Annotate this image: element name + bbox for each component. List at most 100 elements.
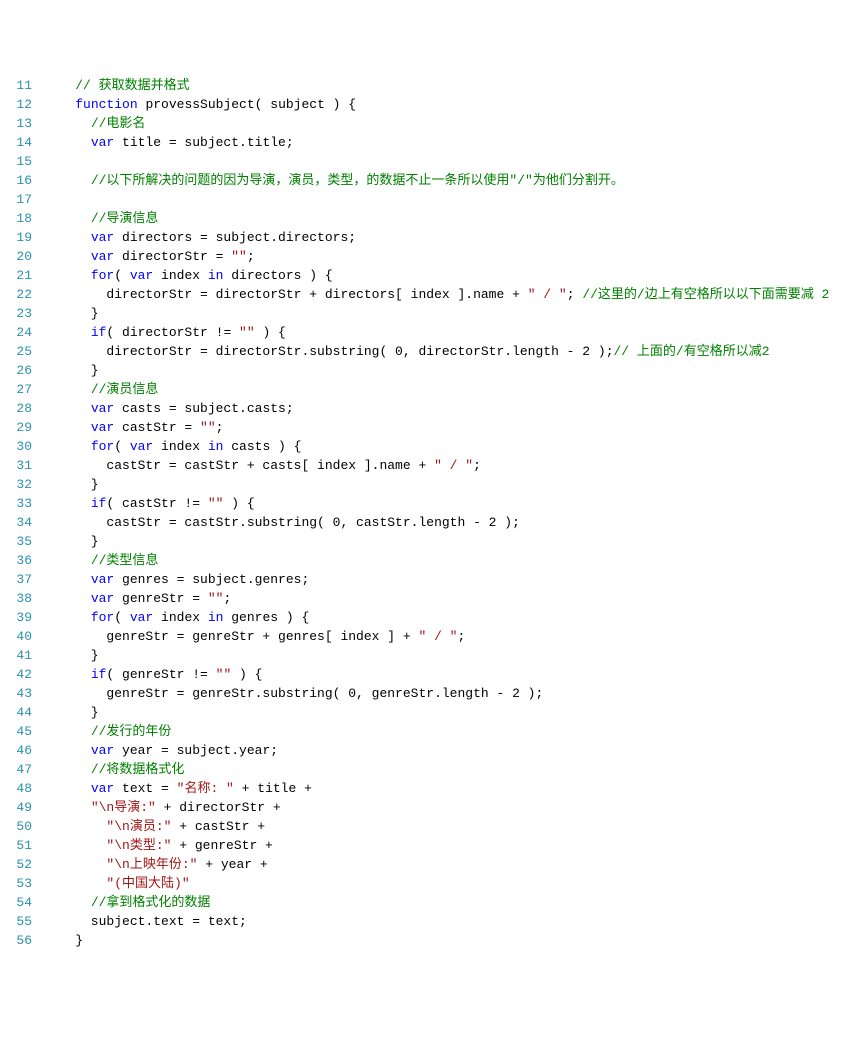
code-line[interactable]: if( castStr != "" ) { bbox=[44, 494, 829, 513]
code-line[interactable]: "\n演员:" + castStr + bbox=[44, 817, 829, 836]
code-line[interactable]: directorStr = directorStr + directors[ i… bbox=[44, 285, 829, 304]
code-line[interactable]: } bbox=[44, 703, 829, 722]
code-token bbox=[44, 382, 91, 397]
code-token: var bbox=[130, 268, 153, 283]
code-line[interactable]: directorStr = directorStr.substring( 0, … bbox=[44, 342, 829, 361]
line-number: 27 bbox=[8, 380, 32, 399]
line-number: 24 bbox=[8, 323, 32, 342]
code-line[interactable]: genreStr = genreStr.substring( 0, genreS… bbox=[44, 684, 829, 703]
code-line[interactable]: var title = subject.title; bbox=[44, 133, 829, 152]
code-token: } bbox=[44, 477, 99, 492]
code-token: //将数据格式化 bbox=[91, 762, 185, 777]
code-token: ; bbox=[473, 458, 481, 473]
code-token: ; bbox=[247, 249, 255, 264]
code-token: + castStr + bbox=[171, 819, 265, 834]
code-line[interactable]: //演员信息 bbox=[44, 380, 829, 399]
code-token bbox=[44, 800, 91, 815]
code-line[interactable]: } bbox=[44, 931, 829, 950]
code-line[interactable]: castStr = castStr + casts[ index ].name … bbox=[44, 456, 829, 475]
code-line[interactable]: "\n类型:" + genreStr + bbox=[44, 836, 829, 855]
code-token: "\n导演:" bbox=[91, 800, 156, 815]
code-line[interactable]: if( directorStr != "" ) { bbox=[44, 323, 829, 342]
code-line[interactable]: //发行的年份 bbox=[44, 722, 829, 741]
code-line[interactable]: } bbox=[44, 475, 829, 494]
code-token: in bbox=[208, 610, 224, 625]
code-token: in bbox=[208, 439, 224, 454]
code-token bbox=[44, 838, 106, 853]
code-line[interactable]: //电影名 bbox=[44, 114, 829, 133]
code-token: ; bbox=[457, 629, 465, 644]
code-token: var bbox=[91, 249, 114, 264]
code-line[interactable]: for( var index in directors ) { bbox=[44, 266, 829, 285]
code-token bbox=[44, 781, 91, 796]
code-line[interactable]: "(中国大陆)" bbox=[44, 874, 829, 893]
code-token: castStr = bbox=[114, 420, 200, 435]
code-line[interactable]: var directorStr = ""; bbox=[44, 247, 829, 266]
code-line[interactable]: } bbox=[44, 361, 829, 380]
code-line[interactable]: var year = subject.year; bbox=[44, 741, 829, 760]
code-token bbox=[44, 895, 91, 910]
code-line[interactable]: for( var index in casts ) { bbox=[44, 437, 829, 456]
code-line[interactable]: //类型信息 bbox=[44, 551, 829, 570]
code-line[interactable]: var casts = subject.casts; bbox=[44, 399, 829, 418]
code-line[interactable]: subject.text = text; bbox=[44, 912, 829, 931]
code-token bbox=[44, 743, 91, 758]
code-token: directorStr = bbox=[114, 249, 231, 264]
line-number: 48 bbox=[8, 779, 32, 798]
line-number: 12 bbox=[8, 95, 32, 114]
code-token: + genreStr + bbox=[171, 838, 272, 853]
code-area[interactable]: // 获取数据并格式 function provessSubject( subj… bbox=[44, 76, 829, 950]
code-token: //发行的年份 bbox=[91, 724, 172, 739]
code-line[interactable]: if( genreStr != "" ) { bbox=[44, 665, 829, 684]
code-line[interactable]: var genreStr = ""; bbox=[44, 589, 829, 608]
code-token: genres ) { bbox=[223, 610, 309, 625]
code-line[interactable] bbox=[44, 190, 829, 209]
line-number: 41 bbox=[8, 646, 32, 665]
code-token: for bbox=[91, 439, 114, 454]
line-number: 28 bbox=[8, 399, 32, 418]
code-token: ( bbox=[114, 268, 130, 283]
code-token: //拿到格式化的数据 bbox=[91, 895, 211, 910]
code-token: // 上面的/有空格所以减2 bbox=[614, 344, 770, 359]
code-line[interactable] bbox=[44, 152, 829, 171]
code-line[interactable]: var text = "名称: " + title + bbox=[44, 779, 829, 798]
code-line[interactable]: //拿到格式化的数据 bbox=[44, 893, 829, 912]
code-token: ; bbox=[216, 420, 224, 435]
code-token: //演员信息 bbox=[91, 382, 159, 397]
line-number: 38 bbox=[8, 589, 32, 608]
code-line[interactable]: } bbox=[44, 646, 829, 665]
code-token: if bbox=[91, 667, 107, 682]
line-number: 53 bbox=[8, 874, 32, 893]
code-token: + directorStr + bbox=[156, 800, 281, 815]
code-line[interactable]: var castStr = ""; bbox=[44, 418, 829, 437]
code-line[interactable]: } bbox=[44, 304, 829, 323]
line-number: 11 bbox=[8, 76, 32, 95]
code-line[interactable]: castStr = castStr.substring( 0, castStr.… bbox=[44, 513, 829, 532]
code-line[interactable]: // 获取数据并格式 bbox=[44, 76, 829, 95]
code-token: genres = subject.genres; bbox=[114, 572, 309, 587]
code-token bbox=[44, 572, 91, 587]
code-token: } bbox=[44, 534, 99, 549]
code-line[interactable]: var genres = subject.genres; bbox=[44, 570, 829, 589]
code-token bbox=[44, 173, 91, 188]
code-line[interactable]: function provessSubject( subject ) { bbox=[44, 95, 829, 114]
code-line[interactable]: "\n导演:" + directorStr + bbox=[44, 798, 829, 817]
line-number: 46 bbox=[8, 741, 32, 760]
line-number: 47 bbox=[8, 760, 32, 779]
code-line[interactable]: //导演信息 bbox=[44, 209, 829, 228]
code-line[interactable]: //以下所解决的问题的因为导演，演员，类型，的数据不止一条所以使用"/"为他们分… bbox=[44, 171, 829, 190]
code-token: function bbox=[75, 97, 137, 112]
code-line[interactable]: //将数据格式化 bbox=[44, 760, 829, 779]
code-line[interactable]: var directors = subject.directors; bbox=[44, 228, 829, 247]
code-token bbox=[44, 496, 91, 511]
code-line[interactable]: "\n上映年份:" + year + bbox=[44, 855, 829, 874]
code-line[interactable]: genreStr = genreStr + genres[ index ] + … bbox=[44, 627, 829, 646]
code-token bbox=[44, 230, 91, 245]
code-line[interactable]: for( var index in genres ) { bbox=[44, 608, 829, 627]
code-line[interactable]: } bbox=[44, 532, 829, 551]
line-number: 45 bbox=[8, 722, 32, 741]
code-token: ( directorStr != bbox=[106, 325, 239, 340]
code-token bbox=[44, 97, 75, 112]
code-editor: 1112131415161718192021222324252627282930… bbox=[0, 76, 855, 950]
code-token: } bbox=[44, 363, 99, 378]
